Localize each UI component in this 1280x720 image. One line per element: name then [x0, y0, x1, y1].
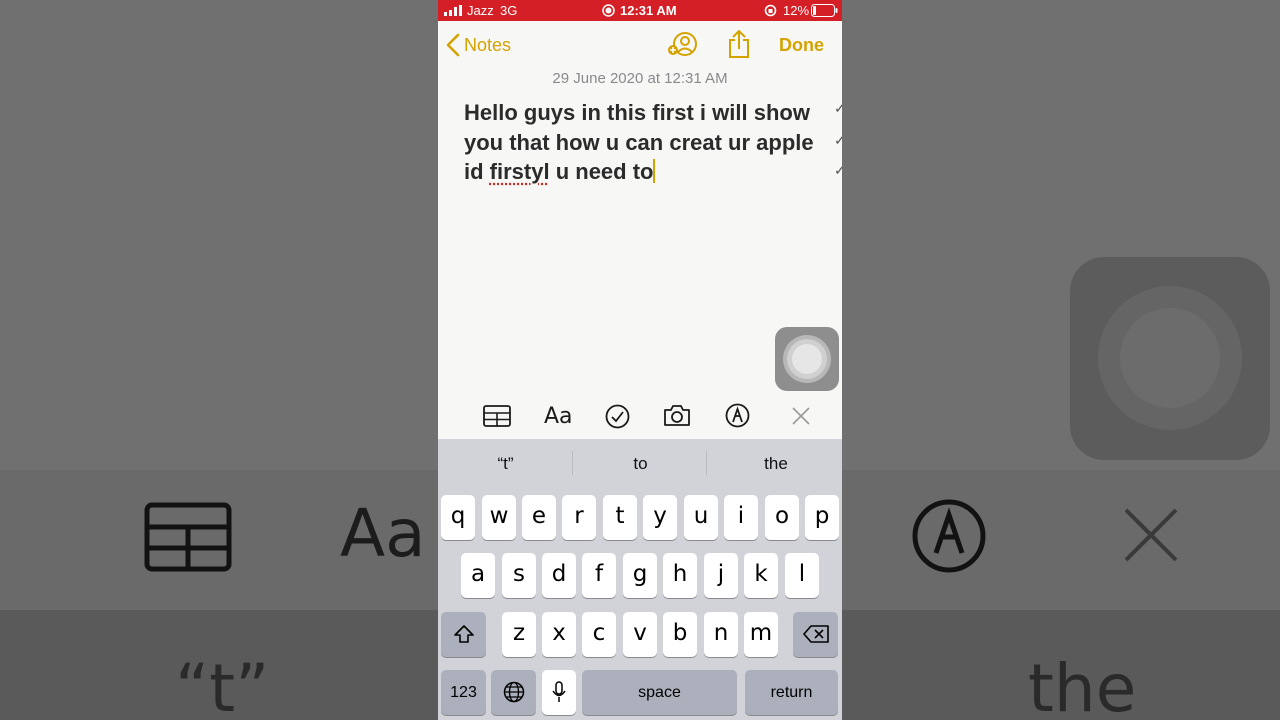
orientation-lock-icon	[764, 4, 777, 17]
text-style-button[interactable]: Aa	[544, 404, 573, 429]
key-g[interactable]: g	[623, 553, 657, 598]
phone-screen: Jazz 3G 12:31 AM 12% Notes Done 29 June …	[438, 0, 842, 720]
key-p[interactable]: p	[805, 495, 839, 540]
markup-icon[interactable]	[725, 403, 750, 428]
suggestion-divider	[706, 451, 707, 475]
chevron-left-icon	[446, 33, 460, 57]
text-cursor	[653, 159, 656, 183]
delete-key[interactable]	[793, 612, 838, 657]
key-l[interactable]: l	[785, 553, 819, 598]
key-z[interactable]: z	[502, 612, 536, 657]
close-icon[interactable]	[791, 406, 811, 426]
key-r[interactable]: r	[562, 495, 596, 540]
space-key[interactable]: space	[582, 670, 737, 715]
back-button[interactable]: Notes	[446, 33, 511, 57]
delete-icon	[802, 625, 829, 643]
key-n[interactable]: n	[704, 612, 738, 657]
suggestion-bar: “t” to the	[438, 439, 842, 487]
key-t[interactable]: t	[603, 495, 637, 540]
key-v[interactable]: v	[623, 612, 657, 657]
note-text-end: u need to	[549, 159, 654, 184]
key-b[interactable]: b	[663, 612, 697, 657]
suggestion-divider	[572, 451, 573, 475]
key-d[interactable]: d	[542, 553, 576, 598]
key-j[interactable]: j	[704, 553, 738, 598]
note-date: 29 June 2020 at 12:31 AM	[552, 70, 728, 87]
key-f[interactable]: f	[582, 553, 616, 598]
key-a[interactable]: a	[461, 553, 495, 598]
edge-marker: ✓	[834, 132, 842, 148]
assistive-touch-dot	[792, 344, 822, 374]
background-close-icon	[1124, 508, 1178, 562]
key-i[interactable]: i	[724, 495, 758, 540]
note-body[interactable]: Hello guys in this first i will show you…	[464, 98, 824, 187]
suggestion-2[interactable]: to	[613, 454, 668, 474]
key-o[interactable]: o	[765, 495, 799, 540]
screen-recording-icon	[602, 4, 615, 17]
add-people-icon[interactable]	[667, 32, 697, 58]
assistive-touch-button[interactable]	[775, 327, 839, 391]
keyboard: “t” to the q w e r t y u i o p a s d f g…	[438, 439, 842, 720]
key-e[interactable]: e	[522, 495, 556, 540]
share-icon[interactable]	[728, 30, 750, 58]
background-suggestion-right: the	[1028, 650, 1137, 720]
edge-marker: ✓	[834, 100, 842, 116]
battery-icon	[811, 4, 838, 17]
background-assistive-touch-dot	[1120, 308, 1220, 408]
checklist-icon[interactable]	[605, 404, 630, 429]
misspelled-word[interactable]: firstyl	[490, 159, 550, 184]
key-s[interactable]: s	[502, 553, 536, 598]
navigation-bar: Notes Done	[438, 21, 842, 69]
key-q[interactable]: q	[441, 495, 475, 540]
signal-icon	[444, 5, 462, 16]
network-label: 3G	[500, 3, 518, 18]
background-table-icon	[144, 502, 232, 572]
edge-marker: ✓	[834, 162, 842, 178]
status-bar: Jazz 3G 12:31 AM 12%	[438, 0, 842, 21]
key-x[interactable]: x	[542, 612, 576, 657]
key-w[interactable]: w	[482, 495, 516, 540]
done-button[interactable]: Done	[779, 35, 824, 56]
key-m[interactable]: m	[744, 612, 778, 657]
battery-percent: 12%	[783, 3, 810, 18]
key-u[interactable]: u	[684, 495, 718, 540]
suggestion-1[interactable]: “t”	[478, 454, 533, 474]
back-label: Notes	[464, 34, 512, 55]
key-h[interactable]: h	[663, 553, 697, 598]
background-markup-icon	[912, 499, 986, 573]
return-key[interactable]: return	[745, 670, 838, 715]
background-text-style-label: Aa	[340, 495, 426, 572]
suggestion-3[interactable]: the	[746, 454, 806, 474]
status-time: 12:31 AM	[620, 3, 677, 18]
carrier-label: Jazz	[467, 3, 494, 18]
format-toolbar: Aa	[438, 393, 842, 439]
shift-icon	[453, 625, 474, 643]
key-k[interactable]: k	[744, 553, 778, 598]
camera-icon[interactable]	[663, 404, 691, 427]
globe-icon	[503, 681, 524, 703]
dictation-key[interactable]	[542, 670, 576, 715]
shift-key[interactable]	[441, 612, 486, 657]
globe-key[interactable]	[491, 670, 536, 715]
microphone-icon	[552, 681, 566, 702]
key-c[interactable]: c	[582, 612, 616, 657]
numbers-key[interactable]: 123	[441, 670, 486, 715]
table-icon[interactable]	[483, 405, 511, 427]
key-y[interactable]: y	[643, 495, 677, 540]
background-suggestion-left: “t”	[175, 650, 270, 720]
